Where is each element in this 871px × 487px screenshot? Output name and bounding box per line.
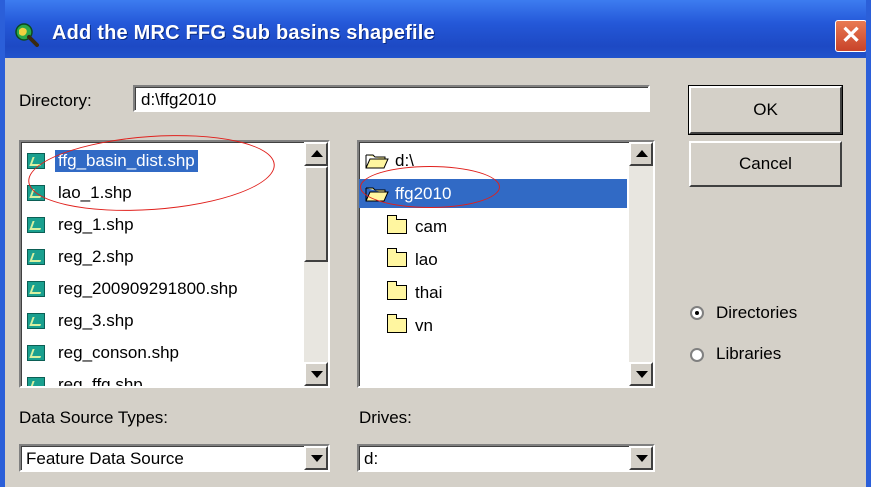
file-list[interactable]: ffg_basin_dist.shp lao_1.shp reg_1.shp reg_… <box>19 140 330 388</box>
open-folder-icon <box>365 187 389 201</box>
close-button[interactable]: ✕ <box>835 20 867 52</box>
drives-label: Drives: <box>359 408 412 427</box>
directory-tree-item[interactable]: cam <box>387 212 447 241</box>
file-name: reg_2.shp <box>58 246 134 266</box>
shapefile-icon <box>27 376 45 386</box>
data-source-dropdown[interactable]: Feature Data Source <box>19 444 330 472</box>
file-name: reg_conson.shp <box>58 342 179 362</box>
directory-name: ffg2010 <box>395 183 452 203</box>
window-border-right <box>866 0 871 487</box>
libraries-radio[interactable] <box>690 348 704 362</box>
file-name: lao_1.shp <box>58 182 132 202</box>
directory-name: vn <box>415 315 433 335</box>
directory-name: d:\ <box>395 150 414 170</box>
scroll-down-button[interactable] <box>629 362 653 386</box>
directory-tree-item[interactable]: lao <box>387 245 438 274</box>
directory-tree-item[interactable]: thai <box>387 278 442 307</box>
directory-value: d:\ffg2010 <box>141 90 217 109</box>
file-list-item[interactable]: reg_2.shp <box>27 242 137 271</box>
file-name: reg_200909291800.shp <box>58 278 238 298</box>
shapefile-icon <box>27 216 45 233</box>
shapefile-icon <box>27 248 45 265</box>
drives-value: d: <box>364 449 379 468</box>
file-name: reg_ffg.shp <box>58 374 143 388</box>
scroll-up-button[interactable] <box>304 142 328 166</box>
directories-radio[interactable] <box>690 306 704 320</box>
ok-button[interactable]: OK <box>688 85 843 135</box>
shapefile-icon <box>27 152 45 169</box>
scroll-up-button[interactable] <box>629 142 653 166</box>
directory-label: Directory: <box>19 91 92 110</box>
shapefile-icon <box>27 344 45 361</box>
open-folder-icon <box>365 154 389 168</box>
directory-tree-scrollbar[interactable] <box>629 142 653 386</box>
file-list-item[interactable]: reg_1.shp <box>27 210 137 239</box>
window-title: Add the MRC FFG Sub basins shapefile <box>52 22 435 44</box>
folder-icon <box>387 314 407 333</box>
directory-field[interactable]: d:\ffg2010 <box>133 85 650 112</box>
shapefile-icon <box>27 184 45 201</box>
directory-tree[interactable]: d:\ ffg2010 cam lao thai vn <box>357 140 655 388</box>
directory-tree-item[interactable]: d:\ <box>365 146 414 175</box>
directory-tree-item[interactable]: ffg2010 <box>359 179 627 208</box>
file-name: reg_3.shp <box>58 310 134 330</box>
file-list-scrollbar[interactable] <box>304 142 328 386</box>
directories-label: Directories <box>716 303 798 322</box>
chevron-down-icon[interactable] <box>629 446 653 470</box>
folder-icon <box>387 281 407 300</box>
file-name: ffg_basin_dist.shp <box>54 148 199 173</box>
dialog-body: Directory: d:\ffg2010 OK Cancel ffg_basi… <box>5 58 866 487</box>
cancel-button[interactable]: Cancel <box>689 141 842 187</box>
libraries-label: Libraries <box>716 344 782 363</box>
file-list-item[interactable]: reg_ffg.shp <box>27 370 146 388</box>
scroll-thumb[interactable] <box>304 166 328 262</box>
dialog-window: Add the MRC FFG Sub basins shapefile ✕ D… <box>0 0 871 487</box>
shapefile-icon <box>27 312 45 329</box>
folder-icon <box>387 248 407 267</box>
file-name: reg_1.shp <box>58 214 134 234</box>
drives-dropdown[interactable]: d: <box>357 444 655 472</box>
folder-icon <box>387 215 407 234</box>
directory-name: lao <box>415 249 438 269</box>
directory-name: cam <box>415 216 448 236</box>
data-source-value: Feature Data Source <box>26 449 184 468</box>
globe-magnifier-icon <box>15 23 39 47</box>
title-bar[interactable]: Add the MRC FFG Sub basins shapefile ✕ <box>0 0 871 58</box>
shapefile-icon <box>27 280 45 297</box>
file-list-item[interactable]: reg_conson.shp <box>27 338 182 367</box>
file-list-item[interactable]: lao_1.shp <box>27 178 135 207</box>
scroll-down-button[interactable] <box>304 362 328 386</box>
directory-tree-item[interactable]: vn <box>387 311 433 340</box>
chevron-down-icon[interactable] <box>304 446 328 470</box>
file-list-item[interactable]: reg_3.shp <box>27 306 137 335</box>
file-list-item[interactable]: reg_200909291800.shp <box>27 274 241 303</box>
file-list-item[interactable]: ffg_basin_dist.shp <box>27 146 199 175</box>
close-icon: ✕ <box>840 22 862 49</box>
directory-name: thai <box>415 282 443 302</box>
data-source-label: Data Source Types: <box>19 408 168 427</box>
